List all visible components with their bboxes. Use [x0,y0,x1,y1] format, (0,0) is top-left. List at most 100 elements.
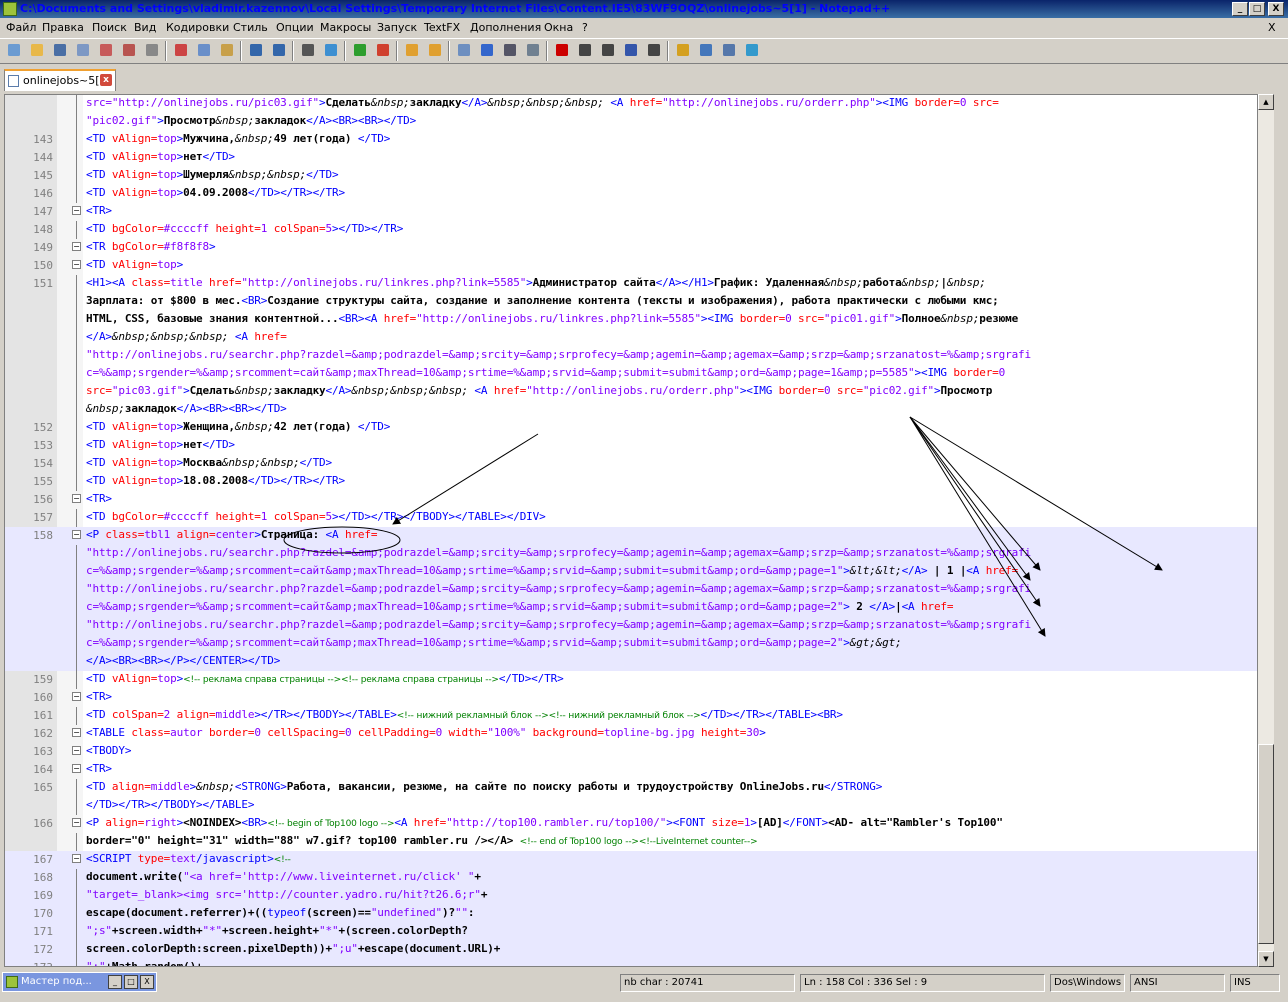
code-line[interactable]: 171 ";s"+screen.width+"*"+screen.height+"… [5,923,1257,941]
code-line[interactable]: "http://onlinejobs.ru/searchr.php?razdel… [5,545,1257,563]
export-icon[interactable] [723,44,735,56]
save-icon[interactable] [54,44,66,56]
fold-collapse-icon[interactable]: − [72,692,81,701]
tab-close-icon[interactable]: x [100,74,112,86]
fold-collapse-icon[interactable]: − [72,206,81,215]
fold-collapse-icon[interactable]: − [72,764,81,773]
save-macro-icon[interactable] [648,44,660,56]
menu-8[interactable]: Запуск [377,21,417,34]
code-line[interactable]: </A>&nbsp;&nbsp;&nbsp; <A href= [5,329,1257,347]
code-line[interactable]: 150 − <TD vAlign=top> [5,257,1257,275]
code-line[interactable]: 165 <TD align=middle>&nbsp;<STRONG>Работа… [5,779,1257,797]
code-line[interactable]: 144 <TD vAlign=top>нет</TD> [5,149,1257,167]
stop-macro-icon[interactable] [579,44,591,56]
close-icon[interactable]: X [140,975,154,989]
code-line[interactable]: 149 − <TR bgColor=#f8f8f8> [5,239,1257,257]
play-macro-icon[interactable] [602,44,614,56]
code-line[interactable]: 167 − <SCRIPT type=text/javascript><!-- [5,851,1257,869]
code-line[interactable]: 147 − <TR> [5,203,1257,221]
menu-10[interactable]: Дополнения [470,21,541,34]
replace-icon[interactable] [325,44,337,56]
window-icon[interactable] [700,44,712,56]
fold-collapse-icon[interactable]: − [72,494,81,503]
code-line[interactable]: 172 screen.colorDepth:screen.pixelDepth))… [5,941,1257,959]
code-line[interactable]: c=%&amp;srgender=%&amp;srcomment=сайт&am… [5,635,1257,653]
code-line[interactable]: "pic02.gif">Просмотр&nbsp;закладок</A><B… [5,113,1257,131]
run-macro-multiple-icon[interactable] [625,44,637,56]
code-line[interactable]: </TD></TR></TBODY></TABLE> [5,797,1257,815]
menu-0[interactable]: Файл [6,21,36,34]
code-line[interactable]: 168 document.write("<a href='http://www.l… [5,869,1257,887]
code-line[interactable]: 170 escape(document.referrer)+((typeof(sc… [5,905,1257,923]
fold-collapse-icon[interactable]: − [72,746,81,755]
paste-icon[interactable] [221,44,233,56]
show-all-chars-icon[interactable] [481,44,493,56]
code-line[interactable]: "http://onlinejobs.ru/searchr.php?razdel… [5,347,1257,365]
tab-onlinejobs[interactable]: onlinejobs~5[1] x [4,69,116,91]
open-file-icon[interactable] [31,44,43,56]
user-lang-icon[interactable] [527,44,539,56]
code-line[interactable]: 145 <TD vAlign=top>Шумерля&nbsp;&nbsp;</T… [5,167,1257,185]
close-all-icon[interactable] [123,44,135,56]
fold-collapse-icon[interactable]: − [72,260,81,269]
sync-h-icon[interactable] [429,44,441,56]
menu-11[interactable]: Окна [544,21,573,34]
save-all-icon[interactable] [77,44,89,56]
minimize-icon[interactable]: _ [108,975,122,989]
menu-2[interactable]: Поиск [92,21,127,34]
menu-12[interactable]: ? [582,21,588,34]
code-line[interactable]: 146 <TD vAlign=top>04.09.2008</TD></TR></… [5,185,1257,203]
new-file-icon[interactable] [8,44,20,56]
code-line[interactable]: 173 ";"+Math.random()+ [5,959,1257,966]
code-line[interactable]: &nbsp;закладок</A><BR><BR></TD> [5,401,1257,419]
indent-guide-icon[interactable] [504,44,516,56]
code-line[interactable]: 169 "target=_blank><img src='http://count… [5,887,1257,905]
scroll-thumb[interactable] [1258,744,1274,944]
taskbar-window-button[interactable]: Мастер под... _ □ X [2,972,157,992]
menu-3[interactable]: Вид [134,21,156,34]
code-line[interactable]: 160 − <TR> [5,689,1257,707]
code-line[interactable]: 154 <TD vAlign=top>Москва&nbsp;&nbsp;</TD… [5,455,1257,473]
code-line[interactable]: src="http://onlinejobs.ru/pic03.gif">Сде… [5,95,1257,113]
fold-collapse-icon[interactable]: − [72,854,81,863]
fold-collapse-icon[interactable]: − [72,818,81,827]
code-line[interactable]: 164 − <TR> [5,761,1257,779]
copy-icon[interactable] [198,44,210,56]
code-line[interactable]: 158 − <P class=tbl1 align=center>Страница:… [5,527,1257,545]
code-line[interactable]: c=%&amp;srgender=%&amp;srcomment=сайт&am… [5,599,1257,617]
editor-pane[interactable]: src="http://onlinejobs.ru/pic03.gif">Сде… [4,94,1258,967]
menu-7[interactable]: Макросы [320,21,371,34]
code-line[interactable]: 155 <TD vAlign=top>18.08.2008</TD></TR></… [5,473,1257,491]
code-line[interactable]: 161 <TD colSpan=2 align=middle></TR></TBO… [5,707,1257,725]
folder-icon[interactable] [677,44,689,56]
redo-icon[interactable] [273,44,285,56]
code-line[interactable]: </A><BR><BR></P></CENTER></TD> [5,653,1257,671]
restore-button[interactable]: □ [1249,2,1265,16]
code-line[interactable]: 152 <TD vAlign=top>Женщина,&nbsp;42 лет(г… [5,419,1257,437]
close-icon[interactable] [100,44,112,56]
undo-icon[interactable] [250,44,262,56]
zoom-in-icon[interactable] [354,44,366,56]
code-line[interactable]: 148 <TD bgColor=#ccccff height=1 colSpan=… [5,221,1257,239]
code-line[interactable]: HTML, CSS, базовые знания контентной...<… [5,311,1257,329]
record-macro-icon[interactable] [556,44,568,56]
spellcheck-icon[interactable] [746,44,758,56]
minimize-button[interactable]: _ [1232,2,1248,16]
wrap-icon[interactable] [458,44,470,56]
code-line[interactable]: c=%&amp;srgender=%&amp;srcomment=сайт&am… [5,365,1257,383]
menu-5[interactable]: Стиль [233,21,268,34]
find-icon[interactable] [302,44,314,56]
code-line[interactable]: c=%&amp;srgender=%&amp;srcomment=сайт&am… [5,563,1257,581]
close-window-button[interactable]: X [1268,2,1284,16]
code-line[interactable]: src="pic03.gif">Сделать&nbsp;закладку</A… [5,383,1257,401]
print-icon[interactable] [146,44,158,56]
code-line[interactable]: 143 <TD vAlign=top>Мужчина,&nbsp;49 лет(г… [5,131,1257,149]
code-line[interactable]: 151 <H1><A class=title href="http://onlin… [5,275,1257,293]
menu-1[interactable]: Правка [42,21,84,34]
fold-collapse-icon[interactable]: − [72,530,81,539]
code-line[interactable]: "http://onlinejobs.ru/searchr.php?razdel… [5,617,1257,635]
maximize-icon[interactable]: □ [124,975,138,989]
menu-4[interactable]: Кодировки [166,21,229,34]
sync-v-icon[interactable] [406,44,418,56]
code-line[interactable]: 163 − <TBODY> [5,743,1257,761]
